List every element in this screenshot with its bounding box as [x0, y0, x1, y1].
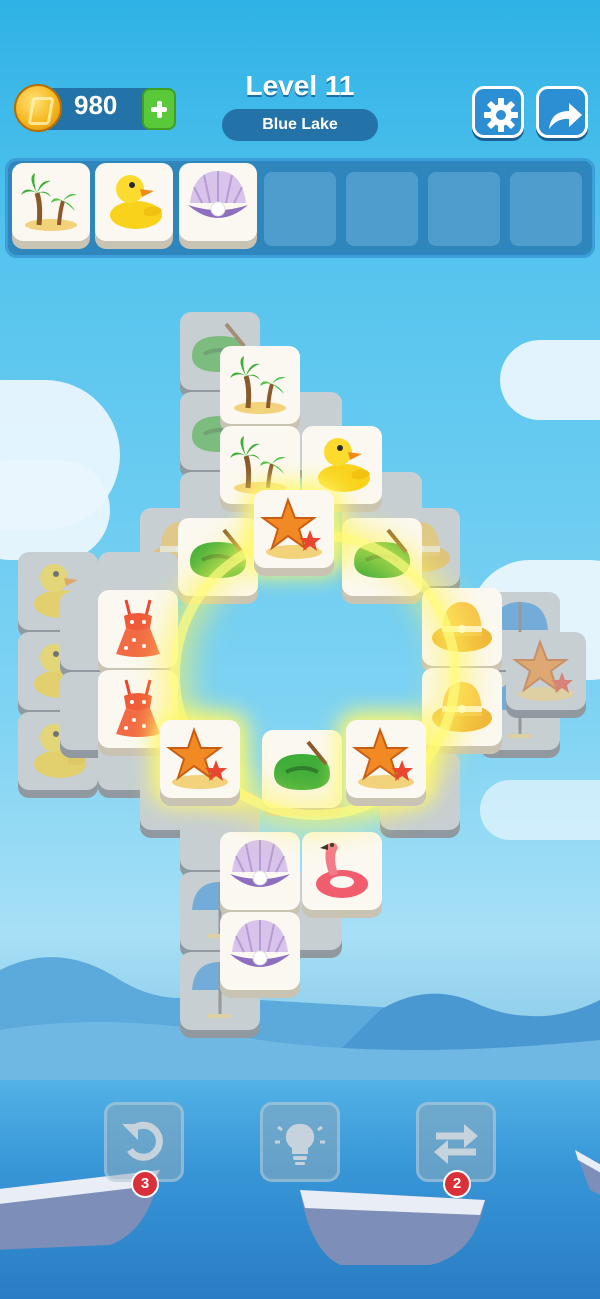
- settings-button[interactable]: [472, 86, 524, 138]
- palm-trees-icon: [226, 430, 294, 498]
- tile-star-blocked: [506, 632, 586, 718]
- tray-tile-rubber-duck: [95, 163, 173, 249]
- tile-starfish-matched[interactable]: [254, 490, 334, 576]
- arrow-right-icon: [549, 103, 582, 129]
- starfish-icon: [168, 729, 229, 790]
- tile-starfish-matched[interactable]: [346, 720, 426, 806]
- tile-seashell[interactable]: [220, 912, 300, 998]
- tile-swimsuit[interactable]: [98, 590, 178, 676]
- tile-seashell[interactable]: [220, 832, 300, 918]
- coin-count: 980: [74, 90, 118, 120]
- level-title: Level 11: [245, 70, 355, 101]
- starfish-icon: [354, 729, 415, 790]
- swimsuit-icon: [114, 598, 162, 659]
- coin-icon: [14, 84, 62, 132]
- tray-tile-palm-trees: [12, 163, 90, 249]
- hint-button[interactable]: [260, 1102, 340, 1182]
- seashell-pearl-icon: [188, 171, 248, 218]
- flamingo-ring-icon: [316, 842, 368, 898]
- undo-icon: [122, 1121, 163, 1161]
- tray-slot-empty: [428, 172, 500, 246]
- share-button[interactable]: [536, 86, 588, 138]
- cloud-right: [500, 340, 600, 420]
- tray-slot-empty: [346, 172, 418, 246]
- tile-tray: [5, 158, 595, 258]
- palm-trees-icon: [21, 173, 77, 231]
- tile-palm-trees[interactable]: [220, 346, 300, 432]
- add-coins-button[interactable]: [142, 88, 176, 130]
- seashell-pearl-icon: [229, 839, 291, 888]
- level-name: Blue Lake: [222, 109, 378, 141]
- rubber-duck-icon: [110, 175, 162, 229]
- starfish-icon: [262, 499, 323, 560]
- shuffle-icon: [434, 1124, 478, 1164]
- lightbulb-icon: [275, 1123, 325, 1165]
- gear-icon: [484, 98, 518, 132]
- tray-slot-empty: [510, 172, 582, 246]
- tray-tile-seashell: [179, 163, 257, 249]
- starfish-icon: [514, 641, 575, 702]
- cloud-right-bottom: [480, 780, 600, 840]
- tile-starfish-matched[interactable]: [160, 720, 240, 806]
- rubber-duck-icon: [318, 438, 370, 492]
- cloud-left-lower: [0, 460, 110, 560]
- tile-flamingo-ring[interactable]: [302, 832, 382, 918]
- tray-slot-empty: [264, 172, 336, 246]
- boat-right: [575, 1150, 600, 1195]
- seashell-pearl-icon: [229, 919, 291, 968]
- undo-count-badge: 3: [131, 1170, 159, 1198]
- palm-trees-icon: [226, 350, 294, 418]
- shuffle-count-badge: 2: [443, 1170, 471, 1198]
